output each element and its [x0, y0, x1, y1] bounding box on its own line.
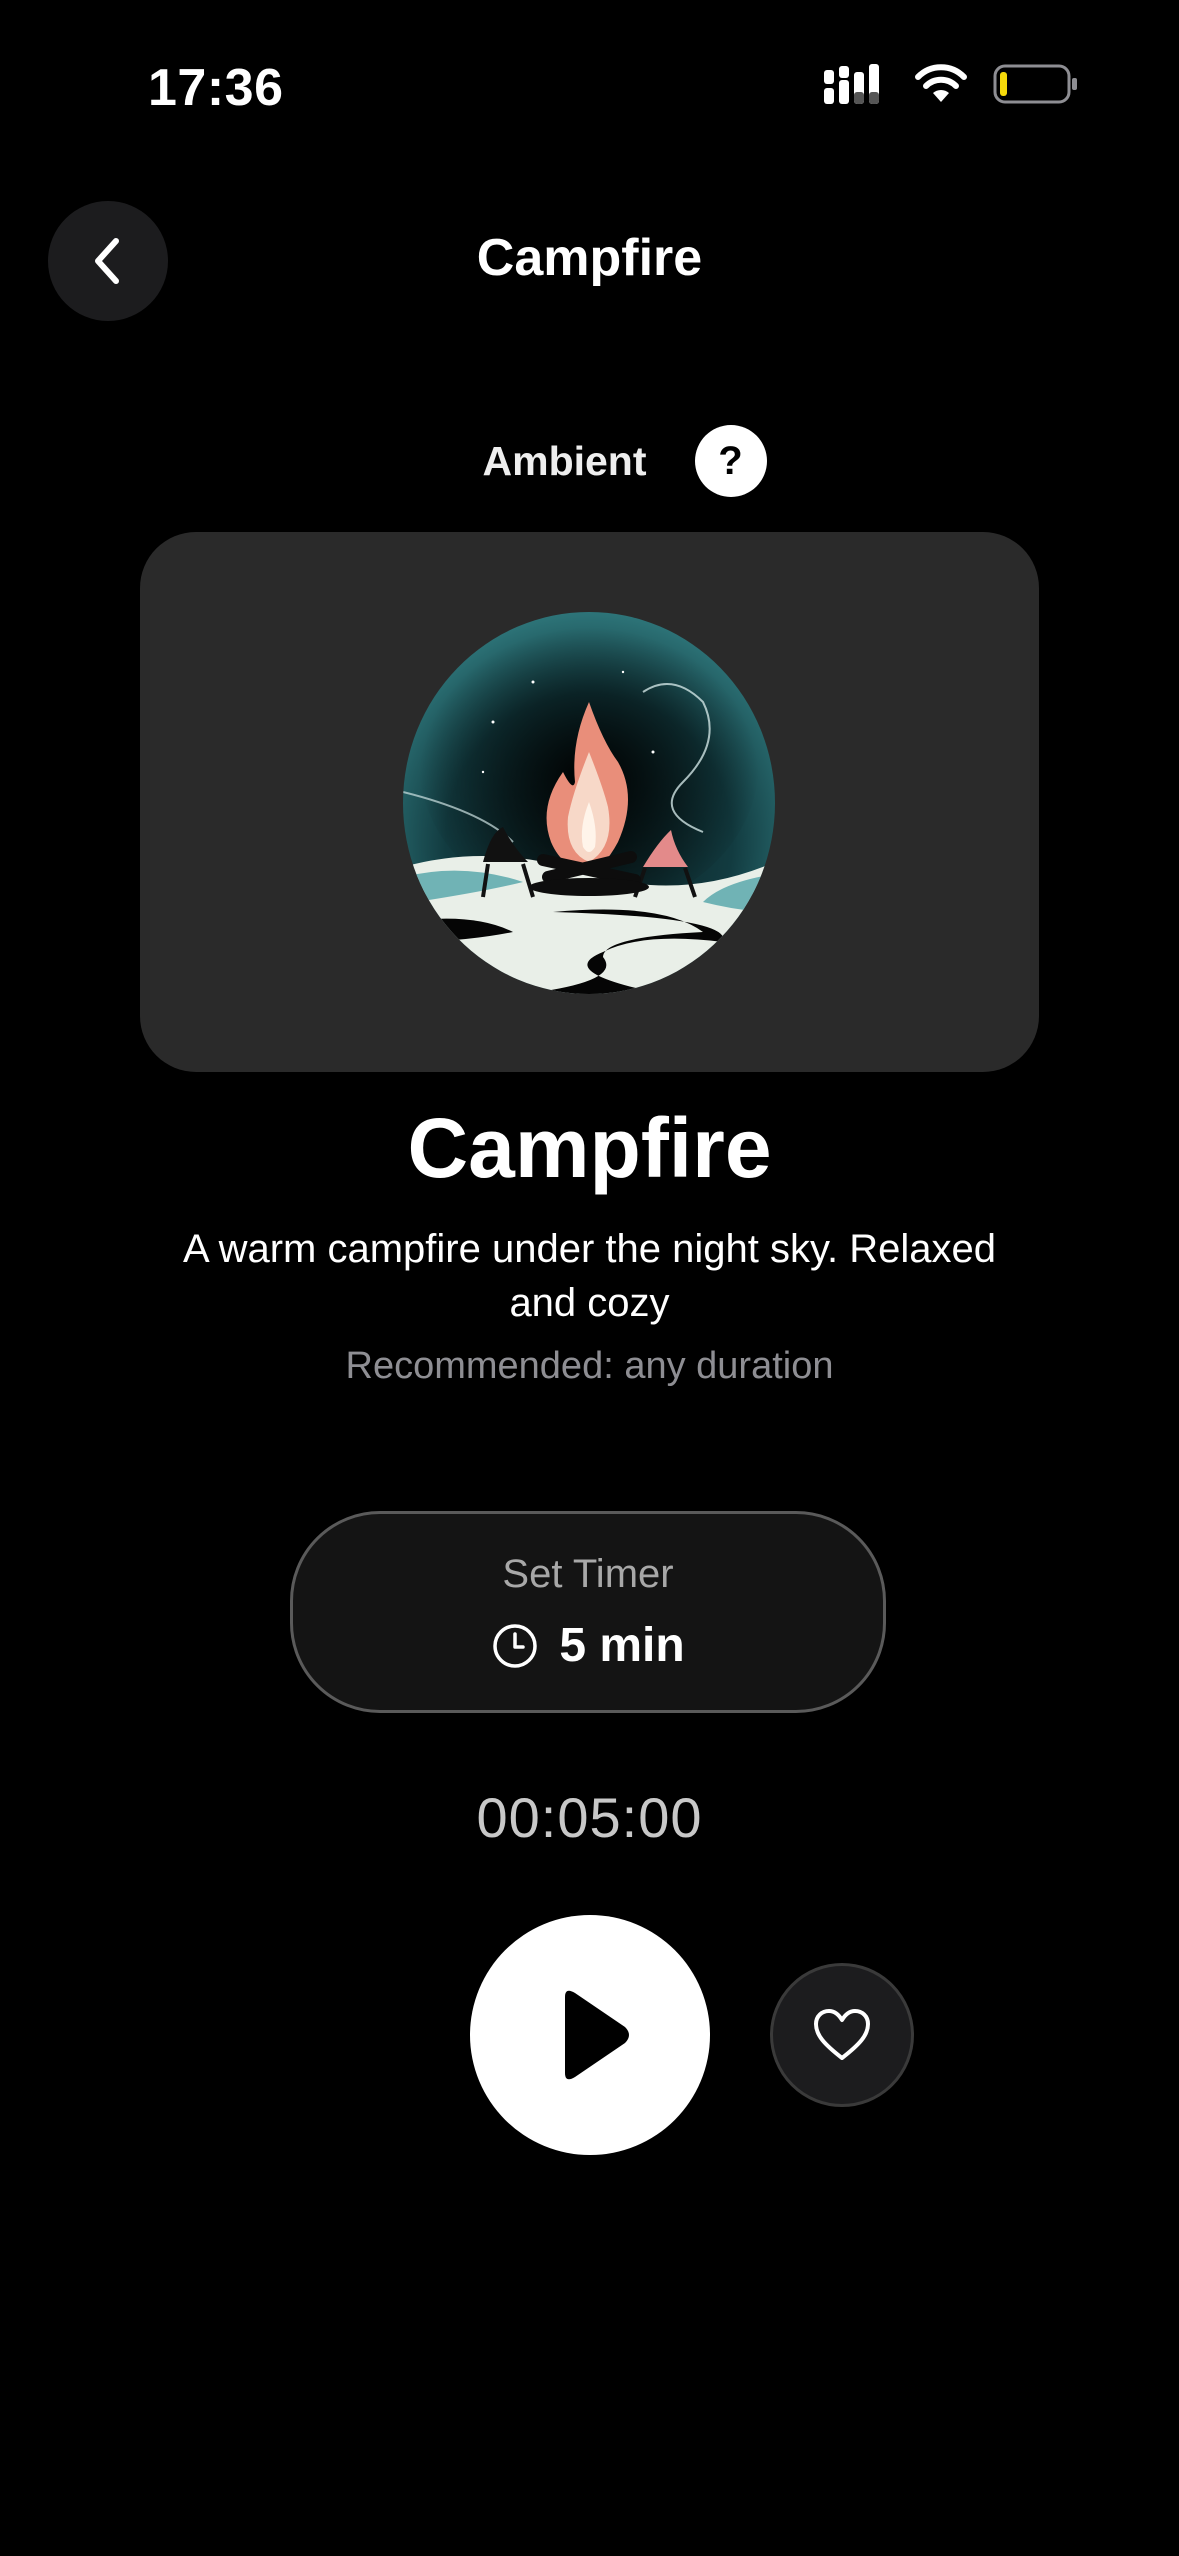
- artwork-card: [140, 532, 1039, 1072]
- campfire-illustration: [403, 612, 775, 994]
- clock-icon: [493, 1623, 538, 1668]
- timer-value: 5 min: [559, 1619, 685, 1672]
- timer-label: Set Timer: [502, 1552, 674, 1596]
- play-button[interactable]: [470, 1915, 710, 2155]
- wifi-icon: [915, 64, 967, 102]
- set-timer-button[interactable]: Set Timer 5 min: [290, 1511, 886, 1713]
- timer-value-row: 5 min: [293, 1618, 883, 1673]
- favorite-button[interactable]: [770, 1963, 914, 2107]
- countdown-display: 00:05:00: [476, 1786, 703, 1849]
- sound-description: A warm campfire under the night sky. Rel…: [183, 1227, 996, 1325]
- battery-icon: [993, 64, 1077, 104]
- sound-title: Campfire: [407, 1101, 772, 1195]
- category-row: Ambient ?: [0, 425, 1179, 497]
- category-label: Ambient: [482, 437, 647, 484]
- play-icon: [565, 1990, 629, 2080]
- recommended-duration: Recommended: any duration: [345, 1345, 834, 1387]
- header-title: Campfire: [476, 229, 703, 287]
- heart-icon: [814, 2009, 870, 2060]
- sound-detail-screen: 17:36 Campfire Ambient ? Campfire A warm…: [0, 0, 1179, 2556]
- question-icon: ?: [718, 438, 743, 483]
- signal-icon: [824, 64, 879, 104]
- status-time: 17:36: [148, 59, 284, 117]
- help-button[interactable]: ?: [694, 425, 767, 497]
